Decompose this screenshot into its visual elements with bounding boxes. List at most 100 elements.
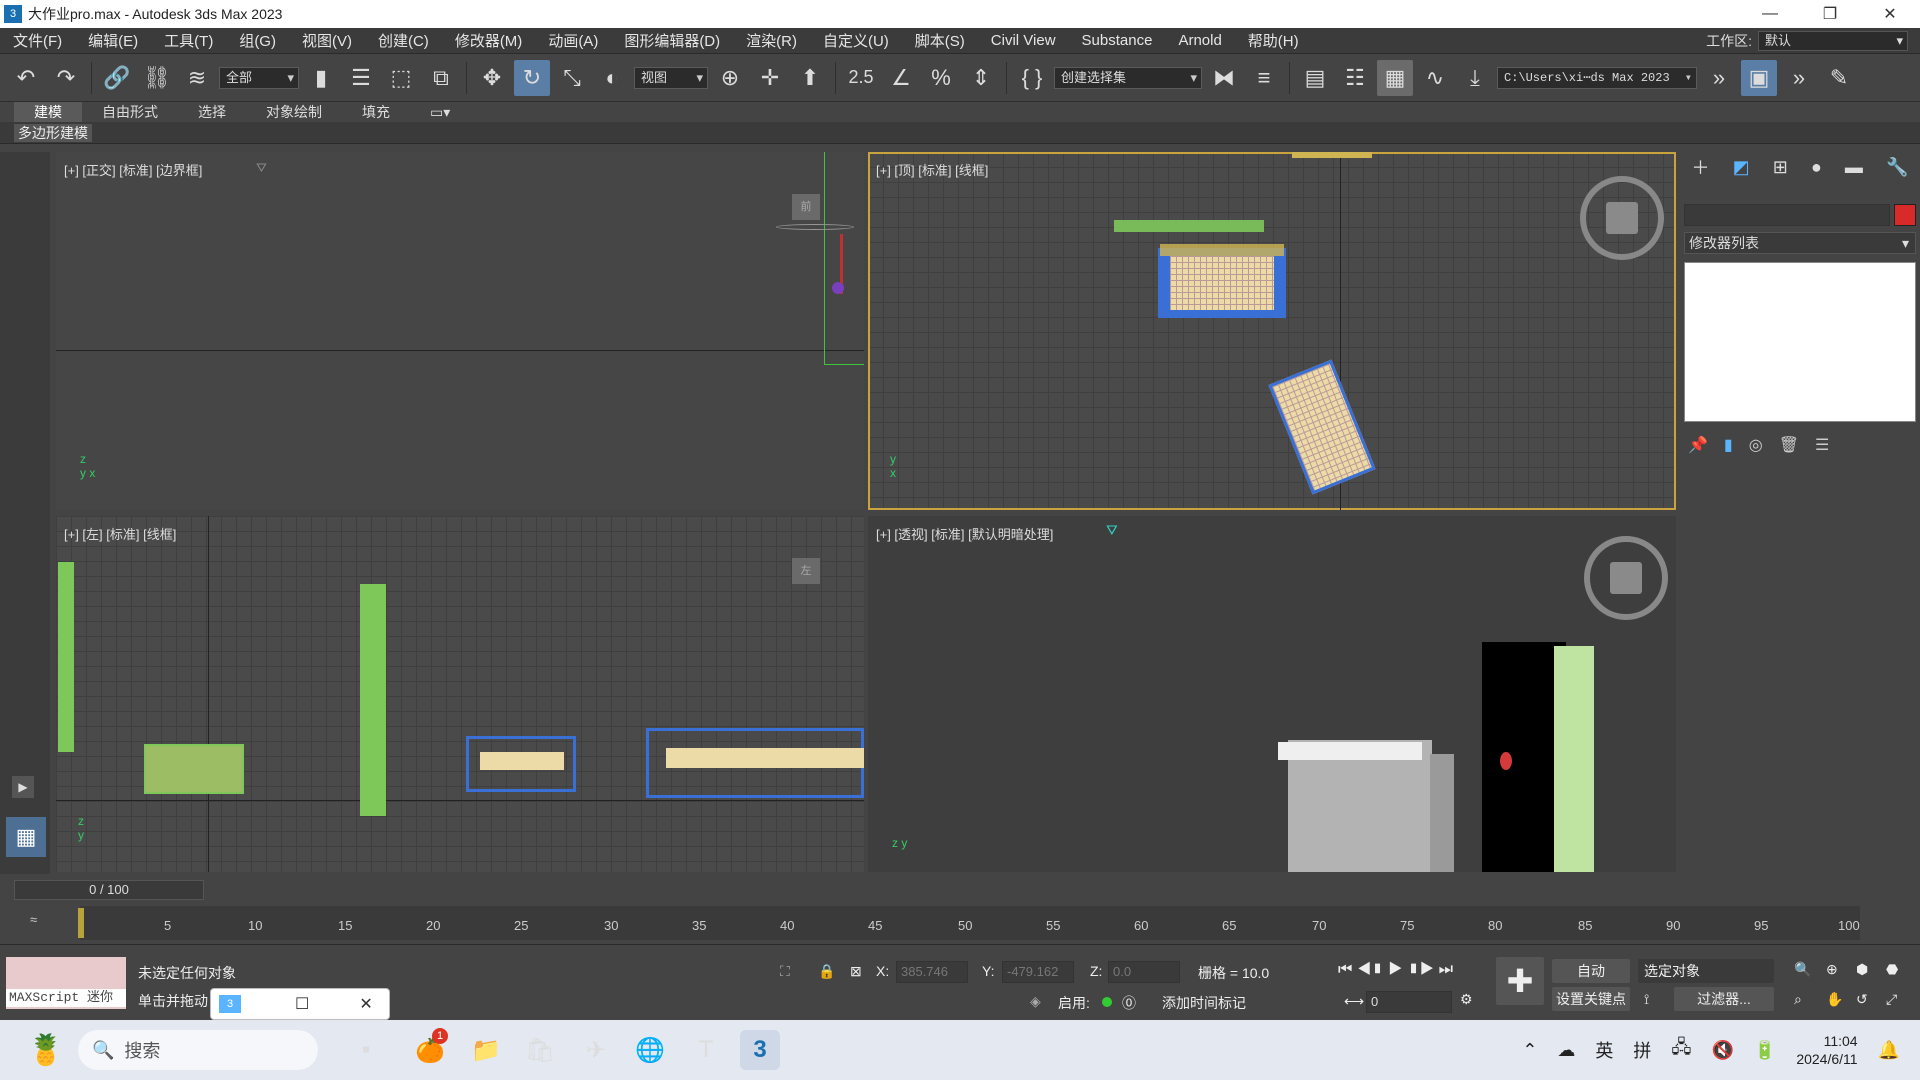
menu-scripting[interactable]: 脚本(S) (902, 30, 978, 51)
modifier-stack[interactable] (1684, 262, 1916, 422)
menu-create[interactable]: 创建(C) (365, 30, 442, 51)
zoom-all-icon[interactable]: ⊕ (1826, 961, 1838, 978)
start-widget-icon[interactable]: 🍍 (26, 1030, 66, 1070)
polygon-modeling-label[interactable]: 多边形建模 (14, 124, 92, 142)
menu-arnold[interactable]: Arnold (1165, 32, 1234, 49)
adaptive-degrade-icon[interactable]: ◈ (1030, 993, 1041, 1010)
tab-modeling[interactable]: 建模 (14, 102, 82, 122)
maximize-viewport-icon[interactable]: ⤢ (1886, 991, 1897, 1008)
battery-icon[interactable]: 🔋 (1754, 1040, 1776, 1061)
x-coord-field[interactable]: 385.746 (896, 961, 968, 983)
viewport-layout-icon[interactable]: ▦ (6, 817, 46, 857)
render-setup-icon[interactable]: ▣ (1741, 59, 1777, 96)
menu-rendering[interactable]: 渲染(R) (733, 30, 810, 51)
curve-editor-mini-icon[interactable]: ≈ (30, 912, 37, 927)
maximize-icon[interactable]: ☐ (295, 994, 309, 1014)
key-filters-button[interactable]: 过滤器... (1674, 987, 1774, 1011)
move-icon[interactable]: ✥ (474, 60, 510, 96)
menu-customize[interactable]: 自定义(U) (810, 30, 902, 51)
minimize-button[interactable]: — (1740, 0, 1800, 28)
clock[interactable]: 11:04 2024/6/11 (1796, 1032, 1857, 1068)
more-tools-icon[interactable]: » (1701, 60, 1737, 96)
time-slider[interactable]: 0 / 100 (14, 880, 204, 900)
menu-edit[interactable]: 编辑(E) (75, 30, 151, 51)
pin-stack-icon[interactable]: 📌 (1688, 435, 1708, 455)
motion-tab-icon[interactable]: ● (1811, 157, 1822, 178)
scene-explorer-icon[interactable]: ▤ (1297, 60, 1333, 96)
taskbar-preview-popup[interactable]: 3 ☐ ✕ (210, 988, 390, 1020)
modify-tab-icon[interactable]: ◩ (1733, 157, 1750, 178)
tab-object-paint[interactable]: 对象绘制 (246, 102, 342, 122)
3dsmax-icon[interactable]: 3 (740, 1030, 780, 1070)
zoom-icon[interactable]: 🔍 (1794, 961, 1811, 978)
y-coord-field[interactable]: -479.162 (1002, 961, 1074, 983)
volume-icon[interactable]: 🔇 (1711, 1040, 1733, 1061)
edit-named-sets-icon[interactable]: { } (1014, 60, 1050, 96)
file-explorer-icon[interactable]: 📁 (466, 1030, 506, 1070)
chevron-up-icon[interactable]: ⌃ (1522, 1040, 1537, 1061)
menu-animation[interactable]: 动画(A) (535, 30, 611, 51)
key-tangent-icon[interactable]: ⟟ (1644, 991, 1649, 1008)
feishu-icon[interactable]: ✈ (576, 1030, 616, 1070)
snap-toggle-icon[interactable]: 2.5 (843, 60, 879, 96)
select-manipulate-icon[interactable]: ✛ (752, 60, 788, 96)
viewport-label[interactable]: [+] [顶] [标准] [线框] (876, 160, 988, 179)
viewcube[interactable]: 前 (792, 194, 820, 220)
viewport-label[interactable]: [+] [正交] [标准] [边界框] (64, 160, 202, 179)
show-end-result-icon[interactable]: ▮ (1724, 435, 1733, 455)
bind-spacewarp-icon[interactable]: ≋ (179, 60, 215, 96)
filter-icon[interactable]: ⛛ (256, 160, 267, 176)
ime-lang[interactable]: 英 (1595, 1037, 1613, 1063)
taskbar-search[interactable]: 🔍 搜索 (78, 1030, 318, 1070)
counter-icon[interactable]: ⓪ (1122, 993, 1136, 1013)
window-crossing-icon[interactable]: ⧉ (423, 60, 459, 96)
menu-modifiers[interactable]: 修改器(M) (442, 30, 536, 51)
edge-icon[interactable]: 🌐 (630, 1030, 670, 1070)
redo-icon[interactable]: ↷ (48, 60, 84, 96)
tab-freeform[interactable]: 自由形式 (82, 102, 178, 122)
pan-icon[interactable]: ✋ (1826, 991, 1843, 1008)
undo-icon[interactable]: ↶ (8, 60, 44, 96)
ime-mode[interactable]: 拼 (1633, 1037, 1651, 1063)
unlink-icon[interactable]: ⛓ (139, 60, 175, 96)
task-view-icon[interactable]: ▪ (346, 1030, 386, 1070)
close-button[interactable]: ✕ (1860, 0, 1920, 28)
store-icon[interactable]: 🛍 (520, 1030, 560, 1070)
expand-icon[interactable]: ▶ (12, 776, 34, 798)
rotate-icon[interactable]: ↻ (514, 59, 550, 96)
menu-tools[interactable]: 工具(T) (151, 30, 226, 51)
orbit-icon[interactable]: ↺ (1856, 991, 1868, 1008)
menu-file[interactable]: 文件(F) (0, 30, 75, 51)
viewcube[interactable] (1584, 536, 1668, 620)
rect-selection-icon[interactable]: ⬚ (383, 60, 419, 96)
viewcube[interactable] (1580, 176, 1664, 260)
cloud-icon[interactable]: ☁ (1557, 1040, 1575, 1061)
utilities-tab-icon[interactable]: 🔧 (1886, 157, 1908, 178)
make-unique-icon[interactable]: ◎ (1749, 435, 1763, 455)
hierarchy-tab-icon[interactable]: ⊞ (1773, 157, 1788, 178)
close-icon[interactable]: ✕ (359, 994, 372, 1014)
project-path-dropdown[interactable]: C:\Users\xi⋯ds Max 2023 (1497, 66, 1697, 89)
filter-icon[interactable]: ⛛ (1106, 522, 1118, 539)
configure-sets-icon[interactable]: ☰ (1815, 435, 1829, 455)
typora-icon[interactable]: T (686, 1030, 726, 1070)
ref-coord-dropdown[interactable]: 视图 (634, 66, 708, 89)
more-render-icon[interactable]: » (1781, 60, 1817, 96)
viewport-top[interactable]: [+] [顶] [标准] [线框] yx (868, 152, 1676, 510)
playback-controls[interactable]: ⏮ ◀▮ ▶ ▮▶ ⏭ (1338, 961, 1453, 979)
auto-key-button[interactable]: 自动 (1552, 959, 1630, 983)
isolate-icon[interactable]: ⛶ (780, 963, 790, 980)
viewport-left[interactable]: [+] [左] [标准] [线框] 左 zy (56, 516, 864, 872)
layer-explorer-icon[interactable]: ☷ (1337, 60, 1373, 96)
create-tab-icon[interactable]: ＋ (1692, 154, 1710, 180)
menu-group[interactable]: 组(G) (226, 30, 289, 51)
menu-substance[interactable]: Substance (1069, 32, 1166, 49)
modifier-list-dropdown[interactable]: 修改器列表 (1684, 232, 1916, 254)
select-by-name-icon[interactable]: ☰ (343, 60, 379, 96)
menu-views[interactable]: 视图(V) (289, 30, 365, 51)
render-icon[interactable]: ✎ (1821, 60, 1857, 96)
lock-icon[interactable]: 🔒 (818, 963, 835, 980)
align-icon[interactable]: ≡ (1246, 60, 1282, 96)
angle-snap-icon[interactable]: ∠ (883, 60, 919, 96)
network-icon[interactable]: 🖧 (1671, 1035, 1691, 1065)
